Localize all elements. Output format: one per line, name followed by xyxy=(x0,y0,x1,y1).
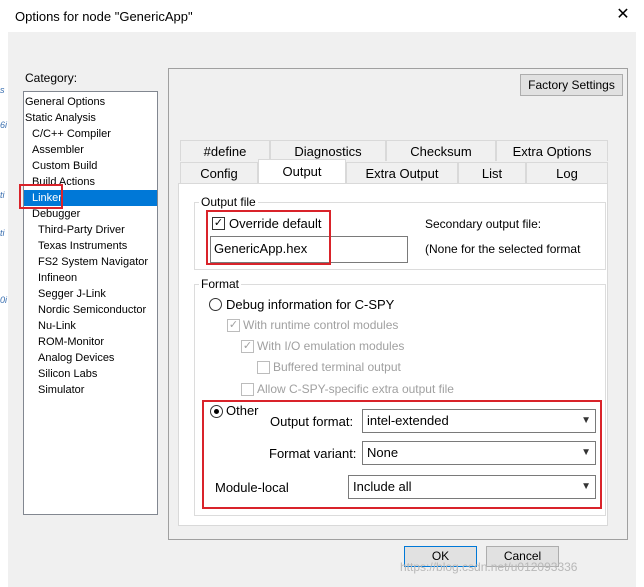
tab-diagnostics[interactable]: Diagnostics xyxy=(270,140,386,161)
factory-settings-button[interactable]: Factory Settings xyxy=(520,74,623,96)
category-item-label: General Options xyxy=(25,96,106,108)
category-item-label: Texas Instruments xyxy=(38,240,128,252)
category-item-label: ROM-Monitor xyxy=(38,336,105,348)
category-item[interactable]: Assembler xyxy=(32,142,84,158)
tab-output[interactable]: Output xyxy=(258,159,346,183)
category-item[interactable]: Custom Build xyxy=(32,158,97,174)
edge-mark: ti xyxy=(0,228,5,238)
highlight-override xyxy=(206,210,331,265)
allow-cspy-label: Allow C-SPY-specific extra output file xyxy=(257,382,454,396)
category-item-label: Infineon xyxy=(38,272,78,284)
category-item[interactable]: Nu-Link xyxy=(38,318,76,334)
category-list[interactable]: General Options Static Analysis C/C++ Comp… xyxy=(23,91,158,515)
allow-cspy-checkbox[interactable] xyxy=(241,383,254,396)
category-item[interactable]: General Options xyxy=(25,94,105,110)
tab-extra-output[interactable]: Extra Output xyxy=(346,162,458,183)
category-item-label: Nu-Link xyxy=(38,320,76,332)
category-item-label: Simulator xyxy=(38,384,85,396)
edge-mark: ti xyxy=(0,190,5,200)
secondary-output-label: Secondary output file: xyxy=(425,217,542,231)
edge-mark: 0i xyxy=(0,295,8,305)
category-item[interactable]: Nordic Semiconductor xyxy=(38,302,146,318)
category-item-label: C/C++ Compiler xyxy=(32,128,111,140)
tab-checksum[interactable]: Checksum xyxy=(386,140,496,161)
category-item[interactable]: Analog Devices xyxy=(38,350,114,366)
buffered-terminal-label: Buffered terminal output xyxy=(273,360,401,374)
edge-mark: 6i xyxy=(0,120,8,130)
category-item-label: Static Analysis xyxy=(25,112,96,124)
io-emulation-label: With I/O emulation modules xyxy=(257,339,405,353)
category-item-label: Silicon Labs xyxy=(38,368,98,380)
category-item-label: Debugger xyxy=(32,208,81,220)
category-item-label: Analog Devices xyxy=(38,352,115,364)
edge-mark: s xyxy=(0,85,5,95)
format-group-label: Format xyxy=(199,277,242,291)
io-emulation-checkbox[interactable]: ✓ xyxy=(241,340,254,353)
tab-config[interactable]: Config xyxy=(180,162,258,183)
close-icon[interactable]: ✕ xyxy=(612,5,634,25)
debug-info-label: Debug information for C-SPY xyxy=(226,297,395,312)
category-item[interactable]: Silicon Labs xyxy=(38,366,97,382)
category-item-label: Custom Build xyxy=(32,160,98,172)
category-item-label: FS2 System Navigator xyxy=(38,256,149,268)
runtime-control-label: With runtime control modules xyxy=(243,318,399,332)
buffered-terminal-checkbox[interactable] xyxy=(257,361,270,374)
runtime-control-checkbox[interactable]: ✓ xyxy=(227,319,240,332)
category-item[interactable]: FS2 System Navigator xyxy=(38,254,148,270)
watermark: https://blog.csdn.net/u012093336 xyxy=(400,560,578,574)
tab-log[interactable]: Log xyxy=(526,162,608,183)
category-item[interactable]: C/C++ Compiler xyxy=(32,126,111,142)
tab-extra-options[interactable]: Extra Options xyxy=(496,140,608,161)
category-item-label: Third-Party Driver xyxy=(38,224,125,236)
tab-define[interactable]: #define xyxy=(180,140,270,161)
tab-list[interactable]: List xyxy=(458,162,526,183)
category-item[interactable]: Simulator xyxy=(38,382,84,398)
category-label: Category: xyxy=(25,71,78,85)
debug-info-radio[interactable] xyxy=(209,298,222,311)
category-item[interactable]: Segger J-Link xyxy=(38,286,106,302)
category-item-label: Nordic Semiconductor xyxy=(38,304,147,316)
category-item[interactable]: ROM-Monitor xyxy=(38,334,104,350)
highlight-format xyxy=(202,400,602,509)
category-item-label: Assembler xyxy=(32,144,84,156)
output-file-group-label: Output file xyxy=(199,195,258,209)
category-item[interactable]: Texas Instruments xyxy=(38,238,127,254)
category-item[interactable]: Static Analysis xyxy=(25,110,96,126)
category-item[interactable]: Infineon xyxy=(38,270,77,286)
highlight-linker xyxy=(19,184,63,209)
category-item[interactable]: Third-Party Driver xyxy=(38,222,125,238)
category-item-label: Segger J-Link xyxy=(38,288,106,300)
title-bar: Options for node "GenericApp" ✕ xyxy=(0,0,644,32)
secondary-output-value: (None for the selected format xyxy=(425,242,581,256)
window-title: Options for node "GenericApp" xyxy=(15,9,193,24)
